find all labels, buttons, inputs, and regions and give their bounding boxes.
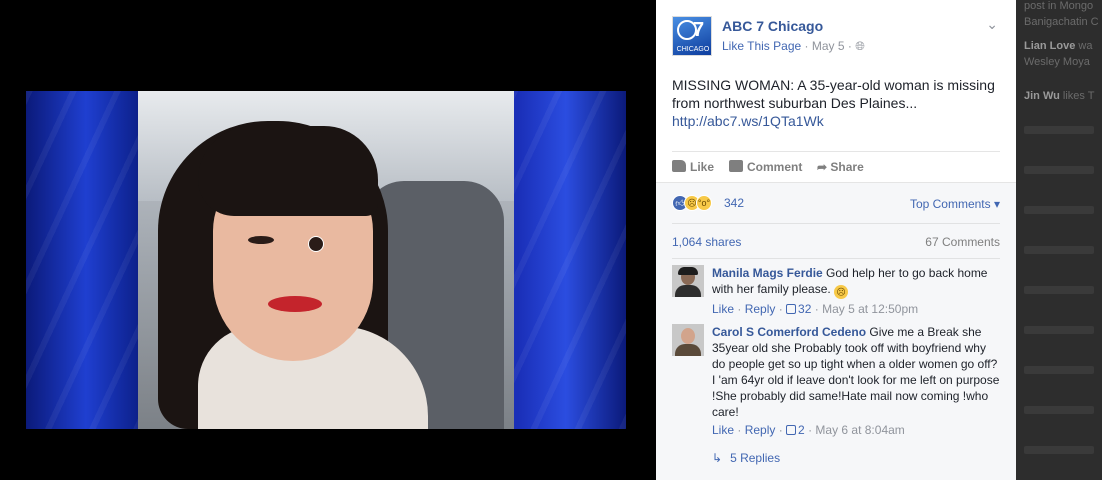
post-header: 7 CHICAGO ABC 7 Chicago Like This Page ·… (672, 16, 1000, 58)
comment-author[interactable]: Carol S Comerford Cedeno (712, 325, 866, 339)
comments-count[interactable]: 67 Comments (925, 235, 1000, 249)
wow-reaction-icon: °o° (696, 195, 712, 211)
comment-likes[interactable]: 2 (786, 423, 805, 437)
ticker-item[interactable]: Banigachatin C (1024, 16, 1102, 28)
ticker-sidebar: post in Mongo Banigachatin C Lian Love w… (1016, 0, 1102, 480)
ticker-item[interactable]: Jin Wu likes T (1024, 90, 1102, 102)
feedback-section: 👍︎ ☹︎ °o° 342 Top Comments ▾ 1,064 share… (656, 182, 1016, 480)
post-photo[interactable] (26, 91, 626, 429)
reply-arrow-icon: ↳ (712, 451, 723, 465)
comment-text: Give me a Break she 35year old she Proba… (712, 325, 1000, 419)
thumbs-up-icon (672, 160, 686, 172)
post-link[interactable]: http://abc7.ws/1QTa1Wk (672, 112, 1002, 130)
comment-actions: Like · Reply · 2 · May 6 at 8:04am (712, 423, 905, 437)
ticker-item[interactable]: Lian Love wa (1024, 40, 1102, 52)
share-comment-counts: 1,064 shares 67 Comments (672, 223, 1000, 259)
ticker-placeholder (1024, 206, 1094, 214)
like-button[interactable]: Like (672, 160, 714, 174)
comment-time[interactable]: May 6 at 8:04am (815, 423, 904, 437)
comment-likes[interactable]: 32 (786, 302, 811, 316)
ticker-placeholder (1024, 326, 1094, 334)
page-name-link[interactable]: ABC 7 Chicago (722, 18, 823, 34)
photo-viewer (0, 0, 656, 480)
shares-link[interactable]: 1,064 shares (672, 235, 741, 249)
comment-time[interactable]: May 5 at 12:50pm (822, 302, 918, 316)
post-meta: Like This Page · May 5 · 🌐︎ (722, 39, 865, 53)
caret-down-icon: ▾ (990, 197, 1000, 211)
ticker-item[interactable]: Wesley Moya (1024, 56, 1102, 68)
photo-portrait (138, 91, 514, 429)
comment-icon (729, 160, 743, 172)
globe-icon: 🌐︎ (855, 39, 865, 53)
ticker-placeholder (1024, 286, 1094, 294)
post-date[interactable]: May 5 (812, 39, 845, 53)
page-avatar[interactable]: 7 CHICAGO (672, 16, 712, 56)
post-actions: Like Comment ➦ Share (672, 151, 1000, 181)
share-arrow-icon: ➦ (817, 160, 828, 174)
ticker-placeholder (1024, 446, 1094, 454)
chevron-down-icon[interactable]: ⌄ (986, 16, 998, 33)
ticker-placeholder (1024, 406, 1094, 414)
view-replies-link[interactable]: ↳ 5 Replies (712, 451, 780, 465)
like-page-link[interactable]: Like This Page (722, 39, 801, 53)
thumbs-up-icon (786, 425, 797, 435)
ticker-placeholder (1024, 126, 1094, 134)
comment-reply-link[interactable]: Reply (745, 302, 776, 316)
comment-sort-dropdown[interactable]: Top Comments ▾ (910, 197, 1000, 211)
comment-like-link[interactable]: Like (712, 423, 734, 437)
comment-actions: Like · Reply · 32 · May 5 at 12:50pm (712, 302, 919, 316)
comment-author[interactable]: Manila Mags Ferdie (712, 266, 823, 280)
ticker-placeholder (1024, 246, 1094, 254)
post-sidebar: 7 CHICAGO ABC 7 Chicago Like This Page ·… (656, 0, 1016, 480)
thumbs-up-icon (786, 304, 797, 314)
comment-reply-link[interactable]: Reply (745, 423, 776, 437)
ticker-item[interactable]: post in Mongo (1024, 0, 1102, 12)
post-body: MISSING WOMAN: A 35-year-old woman is mi… (672, 77, 995, 111)
avatar[interactable] (672, 324, 704, 356)
reaction-count[interactable]: 342 (724, 196, 744, 210)
post-message: MISSING WOMAN: A 35-year-old woman is mi… (672, 76, 1002, 130)
share-button[interactable]: ➦ Share (817, 160, 864, 174)
avatar[interactable] (672, 265, 704, 297)
comment-like-link[interactable]: Like (712, 302, 734, 316)
ticker-placeholder (1024, 366, 1094, 374)
sad-emoji-icon: ☹︎ (834, 285, 849, 299)
comment-button[interactable]: Comment (729, 160, 1057, 174)
ticker-placeholder (1024, 166, 1094, 174)
